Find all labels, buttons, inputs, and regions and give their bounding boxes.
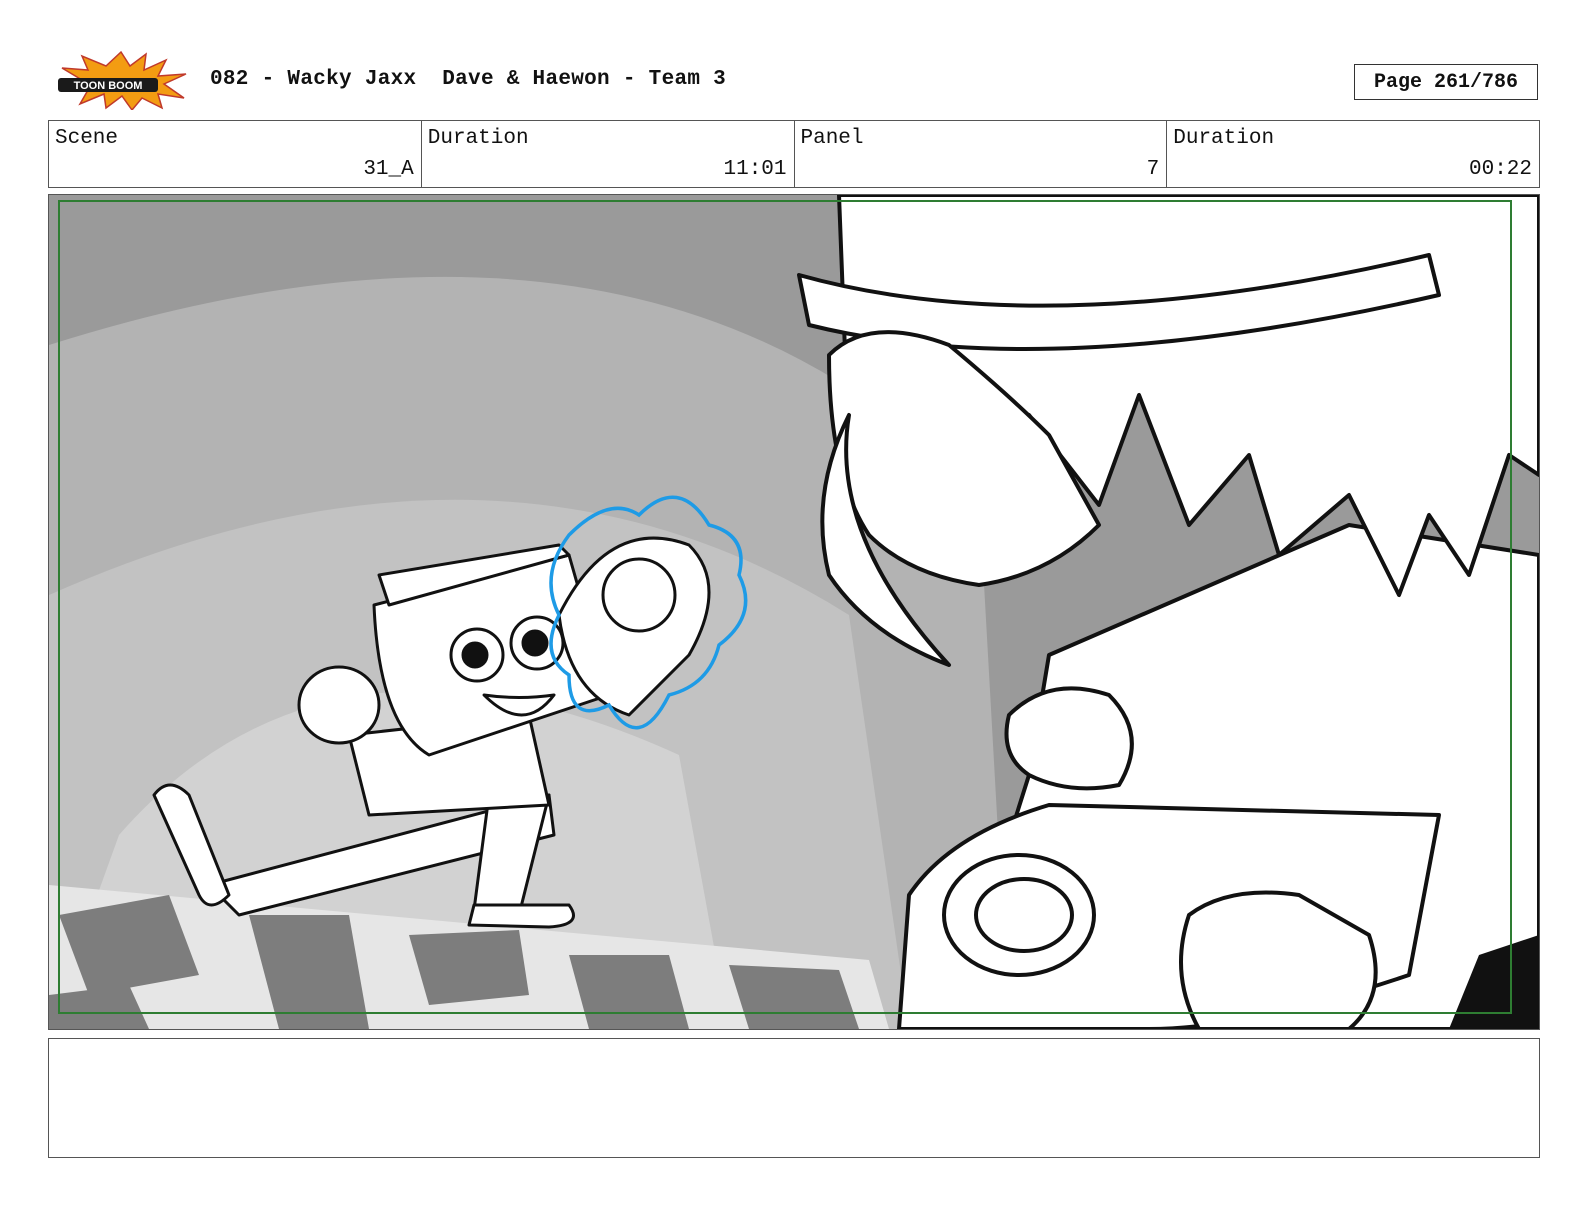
panel-cell: Panel 7 [793, 121, 1167, 187]
villain-device-dial-inner [974, 877, 1074, 953]
floor-tile [409, 930, 529, 1005]
scene-value: 31_A [363, 158, 414, 181]
panel-duration-label: Duration [1173, 127, 1275, 150]
panel-duration-cell: Duration 00:22 [1166, 121, 1539, 187]
scene-cell: Scene 31_A [49, 121, 421, 187]
floor-tile [729, 965, 859, 1029]
scene-duration-label: Duration [427, 127, 529, 150]
storyboard-panel [48, 194, 1540, 1030]
scene-duration-cell: Duration 11:01 [420, 121, 794, 187]
logo-text: TOON BOOM [74, 80, 143, 92]
page-indicator: Page 261/786 [1354, 64, 1538, 100]
hero-fist [297, 665, 381, 745]
storyboard-title: 082 - Wacky Jaxx Dave & Haewon - Team 3 [210, 68, 727, 91]
hero-left-pupil [461, 641, 489, 669]
panel-notes-box [48, 1038, 1540, 1158]
hero-front-foot [467, 903, 575, 929]
scene-info-bar: Scene 31_A Duration 11:01 Panel 7 Durati… [48, 120, 1540, 188]
hero-gauntlet-fist [601, 557, 677, 633]
panel-sketch [49, 195, 1539, 1029]
floor-tile [569, 955, 689, 1029]
panel-label: Panel [800, 127, 864, 150]
toon-boom-logo: TOON BOOM [58, 50, 187, 110]
scene-duration-value: 11:01 [723, 158, 787, 181]
panel-value: 7 [1146, 158, 1160, 181]
scene-label: Scene [55, 127, 119, 150]
panel-duration-value: 00:22 [1468, 158, 1532, 181]
villain-hand [1004, 686, 1134, 791]
hero-right-pupil [521, 629, 549, 657]
